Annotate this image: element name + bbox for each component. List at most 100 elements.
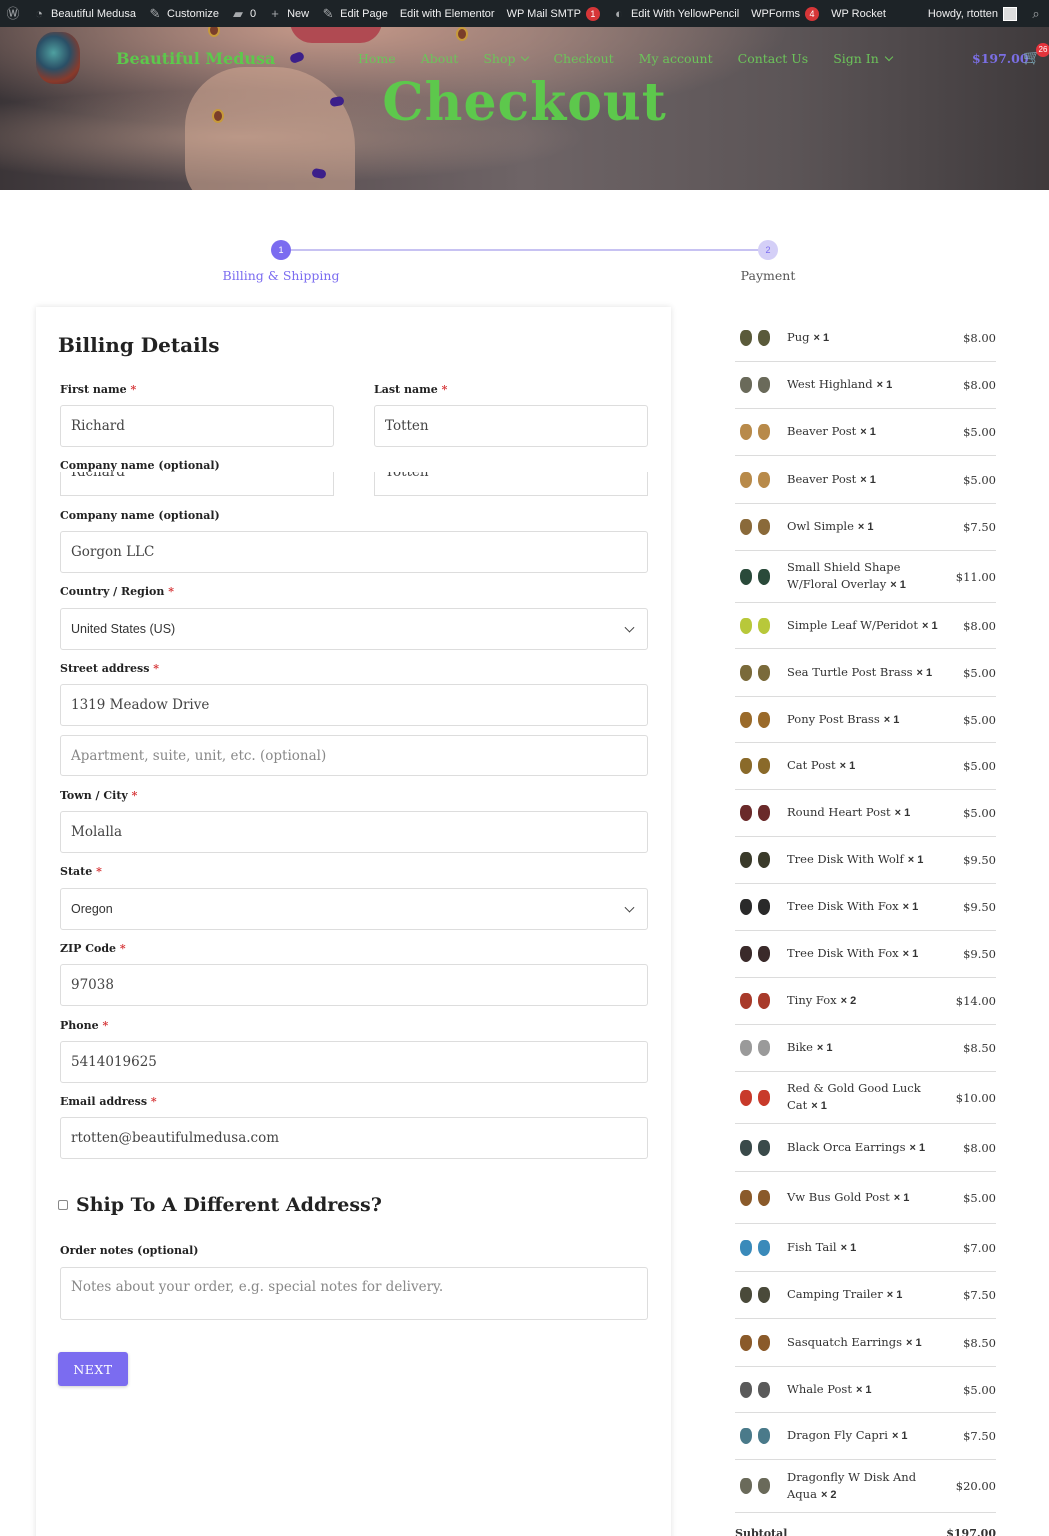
product-name: Beaver Post <box>787 471 857 486</box>
glitch-last-name: Totten <box>374 472 648 496</box>
company-field[interactable]: Gorgon LLC <box>60 531 648 573</box>
earring-image <box>758 1478 770 1494</box>
earring-image <box>740 1189 752 1206</box>
zip-field[interactable]: 97038 <box>60 964 648 1006</box>
product-name: Pony Post Brass <box>787 711 880 726</box>
earring-image <box>758 424 770 440</box>
product-quantity: × 1 <box>857 521 874 533</box>
last-name-field[interactable]: Totten <box>374 405 648 447</box>
product-name: Owl Simple <box>787 519 854 533</box>
product-quantity: × 1 <box>902 901 919 913</box>
country-label: Country / Region * <box>60 585 174 598</box>
next-button[interactable]: NEXT <box>58 1352 128 1386</box>
street-field[interactable]: 1319 Meadow Drive <box>60 684 648 726</box>
product-thumbnail <box>735 1422 777 1450</box>
wordpress-logo[interactable]: Ⓦ <box>0 0 26 27</box>
earring-image <box>758 899 770 915</box>
product-thumbnail <box>735 1472 777 1500</box>
zip-label: ZIP Code * <box>60 942 126 955</box>
order-item-name: Pony Post Brass × 1 <box>787 711 963 729</box>
order-item-name: Owl Simple × 1 <box>787 518 963 536</box>
ship-different-toggle[interactable]: Ship To A Different Address? <box>58 1194 382 1216</box>
order-item-name: Fish Tail × 1 <box>787 1239 963 1257</box>
earring-image <box>740 805 752 821</box>
ship-different-checkbox[interactable] <box>58 1200 68 1210</box>
nav-sign-in[interactable]: Sign In <box>833 51 894 66</box>
product-name: Simple Leaf W/Peridot <box>787 617 918 632</box>
first-name-field[interactable]: Richard <box>60 405 334 447</box>
street2-field[interactable]: Apartment, suite, unit, etc. (optional) <box>60 735 648 776</box>
phone-field[interactable]: 5414019625 <box>60 1041 648 1083</box>
earring-image <box>758 805 770 821</box>
order-item-name: Sea Turtle Post Brass × 1 <box>787 664 963 682</box>
admin-wpforms[interactable]: WPForms 4 <box>745 0 825 27</box>
order-summary: Pug × 1 $8.00 West Highland × 1 $8.00 Beaver P… <box>735 315 996 1513</box>
earring-image <box>740 1478 752 1494</box>
earring-image <box>740 758 752 774</box>
first-name-label: First name * <box>60 383 137 396</box>
product-quantity: × 1 <box>883 713 900 726</box>
order-item-name: Pug × 1 <box>787 329 963 347</box>
product-quantity: × 1 <box>860 473 876 486</box>
subtotal-row: Subtotal $197.00 <box>735 1527 996 1536</box>
earring-image <box>740 471 752 488</box>
cart-total[interactable]: $197.00 <box>972 51 1029 66</box>
company-label-duplicate: Company name (optional) <box>60 459 220 472</box>
nav-my-account[interactable]: My account <box>639 51 713 66</box>
order-notes-field[interactable]: Notes about your order, e.g. special not… <box>60 1267 648 1320</box>
earring-image <box>758 758 770 774</box>
product-thumbnail <box>735 1376 777 1404</box>
email-field[interactable]: rtotten@beautifulmedusa.com <box>60 1117 648 1159</box>
chevron-down-icon <box>624 902 635 913</box>
earring-image <box>740 852 752 868</box>
order-item-name: Sasquatch Earrings × 1 <box>787 1334 963 1352</box>
site-brand[interactable]: Beautiful Medusa <box>116 49 275 68</box>
order-item-name: Small Shield Shape W/Floral Overlay × 1 <box>787 559 956 594</box>
order-item-name: Beaver Post × 1 <box>787 471 963 489</box>
nav-about[interactable]: About <box>421 51 459 66</box>
product-name: Tree Disk With Fox <box>787 899 899 913</box>
admin-edit-page[interactable]: ✎ Edit Page <box>315 0 394 27</box>
nav-checkout[interactable]: Checkout <box>553 51 613 66</box>
order-item: Owl Simple × 1 $7.50 <box>735 504 996 551</box>
admin-bar: Ⓦ ◔ Beautiful Medusa ✎ Customize ▰ 0 + New ✎… <box>0 0 1049 27</box>
order-item: Beaver Post × 1 $5.00 <box>735 409 996 456</box>
earring-image <box>758 330 770 346</box>
country-select[interactable]: United States (US) <box>60 608 648 650</box>
earring-image <box>740 1428 752 1444</box>
product-price: $8.00 <box>963 1140 996 1155</box>
step-2-label[interactable]: Payment <box>741 268 796 283</box>
admin-customize[interactable]: ✎ Customize <box>142 0 225 27</box>
admin-yellowpencil[interactable]: ◐ Edit With YellowPencil <box>606 0 745 27</box>
product-price: $8.50 <box>963 1335 996 1350</box>
product-quantity: × 2 <box>820 1488 837 1501</box>
order-item-name: Cat Post × 1 <box>787 757 963 775</box>
earring-image <box>740 424 752 440</box>
order-item-name: Tree Disk With Wolf × 1 <box>787 851 963 869</box>
admin-wp-mail-smtp[interactable]: WP Mail SMTP 1 <box>501 0 606 27</box>
city-field[interactable]: Molalla <box>60 811 648 853</box>
product-name: Tree Disk With Wolf <box>787 852 904 866</box>
earring-image <box>740 330 752 346</box>
nav-home[interactable]: Home <box>358 51 396 66</box>
admin-new[interactable]: + New <box>262 0 315 27</box>
admin-edit-elementor[interactable]: Edit with Elementor <box>394 0 501 27</box>
notification-badge: 1 <box>585 6 600 21</box>
order-item-name: Beaver Post × 1 <box>787 423 963 441</box>
product-name: Fish Tail <box>787 1239 837 1254</box>
admin-comments[interactable]: ▰ 0 <box>225 0 262 27</box>
earring-image <box>758 993 770 1009</box>
admin-search[interactable]: ⌕ <box>1023 0 1049 27</box>
admin-site-name[interactable]: ◔ Beautiful Medusa <box>26 0 142 27</box>
step-1-dot[interactable]: 1 <box>271 240 291 260</box>
step-1-label[interactable]: Billing & Shipping <box>223 268 340 283</box>
nav-contact-us[interactable]: Contact Us <box>738 51 809 66</box>
admin-account[interactable]: Howdy, rtotten <box>922 0 1023 27</box>
earring-image <box>740 711 752 728</box>
product-price: $7.50 <box>963 1429 996 1443</box>
admin-wp-rocket[interactable]: WP Rocket <box>825 0 892 27</box>
product-price: $7.00 <box>963 1240 996 1255</box>
state-select[interactable]: Oregon <box>60 888 648 930</box>
step-2-dot[interactable]: 2 <box>758 240 778 260</box>
nav-shop[interactable]: Shop <box>483 51 530 66</box>
